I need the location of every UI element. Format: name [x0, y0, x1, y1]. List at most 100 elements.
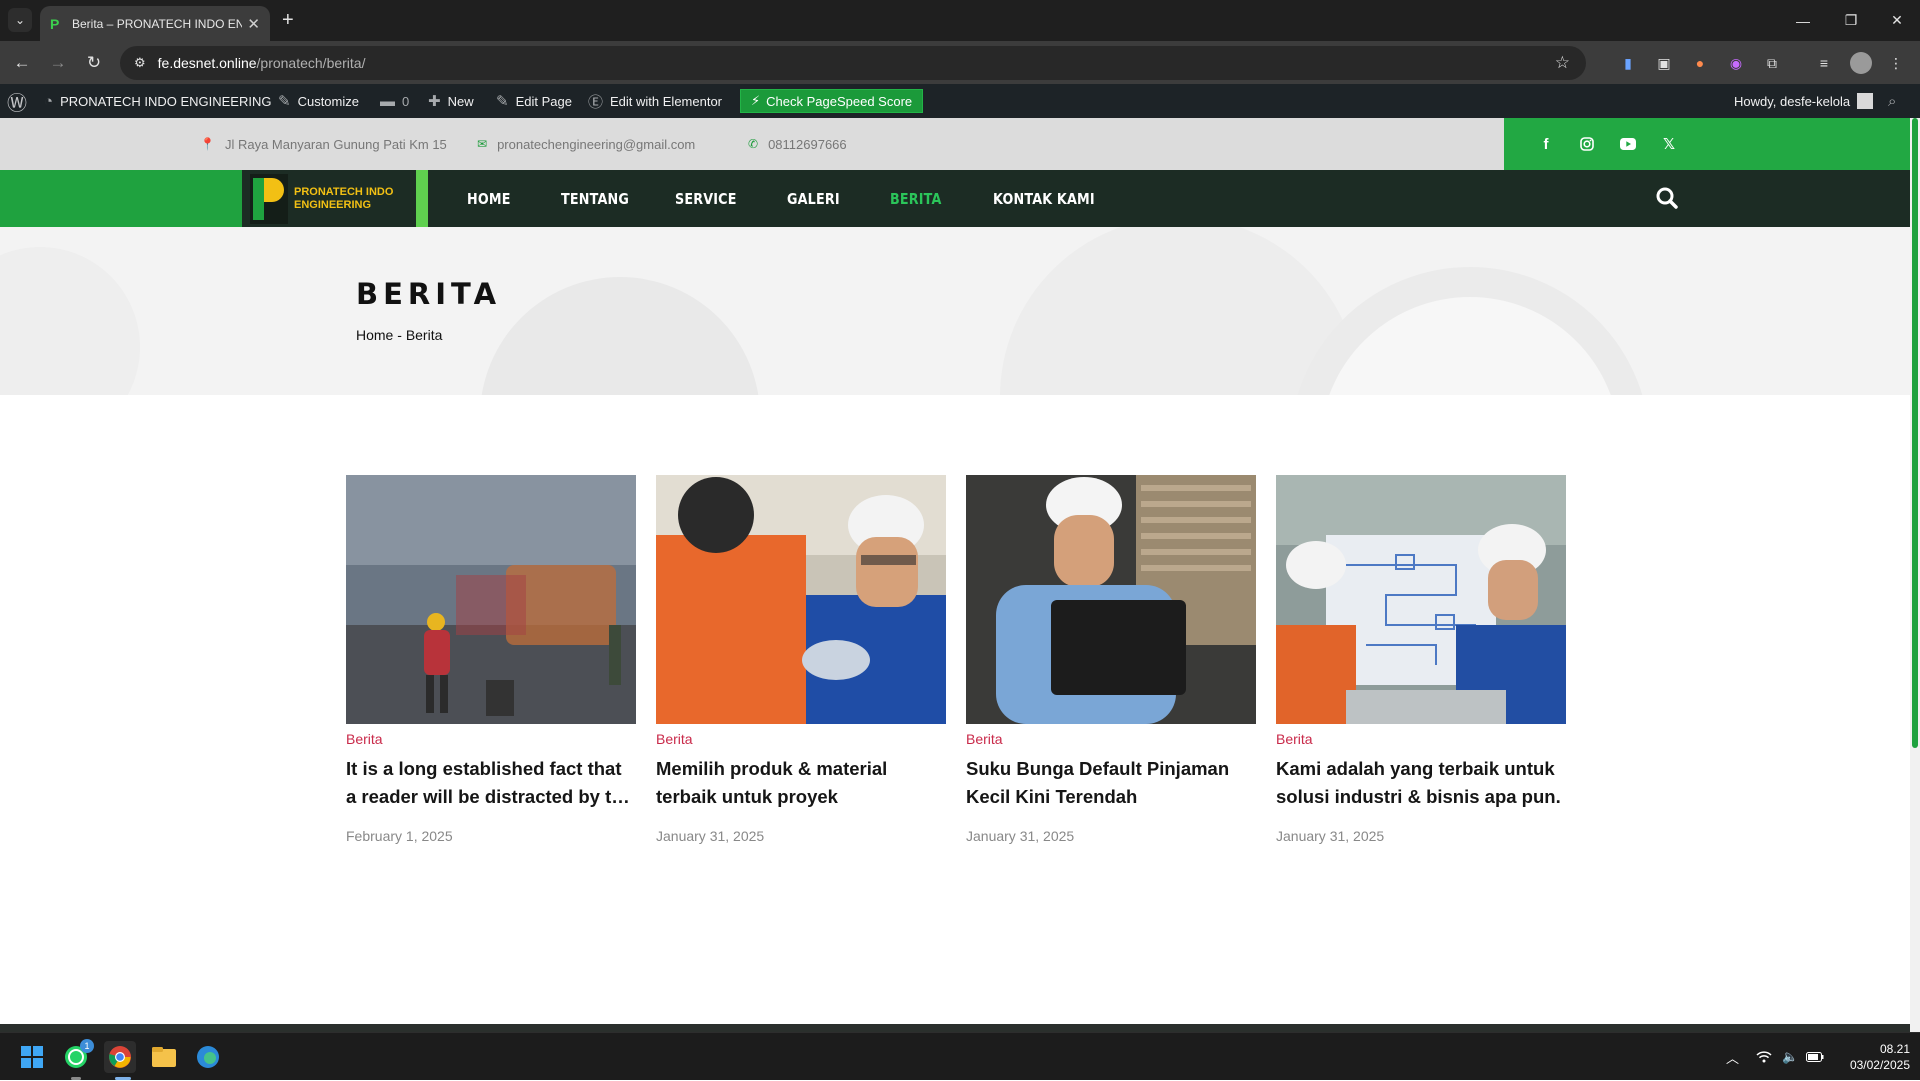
breadcrumb-home[interactable]: Home: [356, 327, 393, 343]
post-thumbnail[interactable]: [966, 475, 1256, 724]
system-clock[interactable]: 08.21 03/02/2025: [1836, 1041, 1910, 1073]
url-host: fe.desnet.online: [157, 55, 257, 71]
post-category[interactable]: Berita: [966, 731, 1256, 747]
gear-decoration-icon: [480, 277, 760, 395]
post-category[interactable]: Berita: [1276, 731, 1566, 747]
search-icon[interactable]: [1655, 186, 1679, 210]
tab-close-icon[interactable]: ✕: [247, 15, 260, 33]
tab-title: Berita – PRONATECH INDO ENGINEERING: [72, 16, 242, 31]
browser-toolbar: ← → ↻ ⚙ fe.desnet.online/pronatech/berit…: [0, 41, 1920, 84]
page-title: BERITA: [356, 277, 502, 311]
instagram-icon[interactable]: [1573, 130, 1601, 158]
nav-item-service[interactable]: SERVICE: [675, 170, 737, 227]
gear-decoration-icon: [1290, 267, 1650, 395]
back-button[interactable]: ←: [10, 51, 34, 75]
pagespeed-button[interactable]: ⚡ Check PageSpeed Score: [740, 89, 924, 113]
extension-icon[interactable]: ▣: [1654, 53, 1674, 73]
post-category[interactable]: Berita: [656, 731, 946, 747]
extensions-puzzle-icon[interactable]: ⧉: [1762, 53, 1782, 73]
lightning-icon: ⚡: [751, 93, 761, 108]
post-category[interactable]: Berita: [346, 731, 636, 747]
page-scrollbar-thumb[interactable]: [1912, 118, 1918, 748]
edge-browser-icon[interactable]: [192, 1041, 224, 1073]
facebook-icon[interactable]: f: [1532, 130, 1560, 158]
post-title[interactable]: Kami adalah yang terbaik untuk solusi in…: [1276, 755, 1566, 811]
wp-admin-bar: Ⓦ ◔ PRONATECH INDO ENGINEERING ✎ Customi…: [0, 84, 1920, 118]
email-info[interactable]: ✉ pronatechengineering@gmail.com: [477, 118, 695, 170]
breadcrumb-separator: -: [397, 327, 402, 343]
wp-elementor-label: Edit with Elementor: [610, 93, 723, 109]
restore-button[interactable]: ❐: [1828, 0, 1874, 41]
phone-info[interactable]: ✆ 08112697666: [748, 118, 847, 170]
address-text: Jl Raya Manyaran Gunung Pati Km 15: [224, 136, 447, 152]
logo-line-2: ENGINEERING: [294, 198, 372, 211]
post-card[interactable]: Berita Suku Bunga Default Pinjaman Kecil…: [966, 475, 1256, 844]
nav-item-galeri[interactable]: GALERI: [787, 170, 840, 227]
youtube-icon[interactable]: [1614, 130, 1642, 158]
whatsapp-icon[interactable]: 1: [60, 1039, 94, 1073]
nav-item-kontak[interactable]: KONTAK KAMI: [993, 170, 1095, 227]
envelope-icon: ✉: [477, 137, 488, 151]
post-date: February 1, 2025: [346, 828, 453, 844]
wordpress-logo-button[interactable]: Ⓦ: [7, 84, 27, 118]
nav-item-tentang[interactable]: TENTANG: [561, 170, 629, 227]
media-control-icon[interactable]: ≡: [1814, 53, 1834, 73]
wp-new-link[interactable]: ✚ New: [428, 84, 474, 118]
dashboard-icon: ◔: [44, 92, 54, 110]
email-text: pronatechengineering@gmail.com: [497, 136, 696, 152]
wp-comments-link[interactable]: ▬ 0: [380, 84, 409, 118]
new-tab-button[interactable]: +: [282, 8, 294, 32]
post-title[interactable]: Suku Bunga Default Pinjaman Kecil Kini T…: [966, 755, 1256, 811]
wp-customize-label: Customize: [297, 93, 359, 109]
wp-site-name-link[interactable]: ◔ PRONATECH INDO ENGINEERING: [44, 84, 271, 118]
file-explorer-icon[interactable]: [148, 1041, 180, 1073]
wp-elementor-link[interactable]: Ⓔ Edit with Elementor: [588, 84, 722, 118]
post-card[interactable]: Berita Memilih produk & material terbaik…: [656, 475, 946, 844]
footer-edge: [0, 1024, 1910, 1032]
post-card[interactable]: Berita It is a long established fact tha…: [346, 475, 636, 844]
browser-tab-bar: ⌄ P Berita – PRONATECH INDO ENGINEERING …: [0, 0, 1920, 41]
wifi-icon[interactable]: [1756, 1033, 1772, 1081]
nav-item-home[interactable]: HOME: [467, 170, 511, 227]
wp-account-menu[interactable]: Howdy, desfe-kelola: [1734, 84, 1874, 118]
wp-search-button[interactable]: ⌕: [1888, 84, 1896, 118]
map-pin-icon: 📍: [200, 137, 215, 151]
tray-overflow-icon[interactable]: ︿: [1726, 1033, 1739, 1081]
volume-icon[interactable]: 🔈: [1782, 1033, 1798, 1081]
post-thumbnail[interactable]: [346, 475, 636, 724]
windows-start-icon[interactable]: [16, 1041, 48, 1073]
profile-avatar[interactable]: [1850, 52, 1872, 74]
reload-button[interactable]: ↻: [82, 51, 106, 75]
wp-edit-page-label: Edit Page: [515, 93, 572, 109]
extension-icon[interactable]: ●: [1690, 53, 1710, 73]
forward-button[interactable]: →: [46, 51, 70, 75]
pencil-icon: ✎: [496, 93, 509, 110]
extension-icon[interactable]: ◉: [1726, 53, 1746, 73]
wp-customize-link[interactable]: ✎ Customize: [278, 84, 359, 118]
clock-date: 03/02/2025: [1849, 1058, 1910, 1072]
address-bar[interactable]: ⚙ fe.desnet.online/pronatech/berita/ ☆: [120, 46, 1586, 80]
post-thumbnail[interactable]: [656, 475, 946, 724]
nav-item-berita[interactable]: BERITA: [890, 170, 942, 227]
battery-icon[interactable]: [1806, 1033, 1824, 1081]
x-twitter-icon[interactable]: 𝕏: [1655, 130, 1683, 158]
minimize-button[interactable]: —: [1780, 0, 1826, 41]
clock-time: 08.21: [1879, 1042, 1910, 1056]
chrome-icon[interactable]: [104, 1041, 136, 1073]
windows-taskbar: 1 ︿ 🔈 08.21 03/02/2025: [0, 1032, 1920, 1080]
wp-site-name: PRONATECH INDO ENGINEERING: [60, 93, 272, 109]
elementor-icon: Ⓔ: [588, 93, 604, 111]
browser-menu-icon[interactable]: ⋮: [1886, 53, 1906, 73]
bookmark-star-icon[interactable]: ☆: [1555, 53, 1570, 73]
post-card[interactable]: Berita Kami adalah yang terbaik untuk so…: [1276, 475, 1566, 844]
site-logo[interactable]: PRONATECH INDO ENGINEERING: [242, 170, 428, 227]
wp-edit-page-link[interactable]: ✎ Edit Page: [496, 84, 572, 118]
post-title[interactable]: Memilih produk & material terbaik untuk …: [656, 755, 946, 811]
site-info-icon[interactable]: ⚙: [134, 55, 146, 71]
post-thumbnail[interactable]: [1276, 475, 1566, 724]
post-title[interactable]: It is a long established fact that a rea…: [346, 755, 636, 811]
extension-icon[interactable]: ▮: [1618, 53, 1638, 73]
browser-tab[interactable]: P Berita – PRONATECH INDO ENGINEERING ✕: [40, 6, 270, 41]
tab-search-button[interactable]: ⌄: [8, 8, 32, 32]
close-window-button[interactable]: ✕: [1874, 0, 1920, 41]
